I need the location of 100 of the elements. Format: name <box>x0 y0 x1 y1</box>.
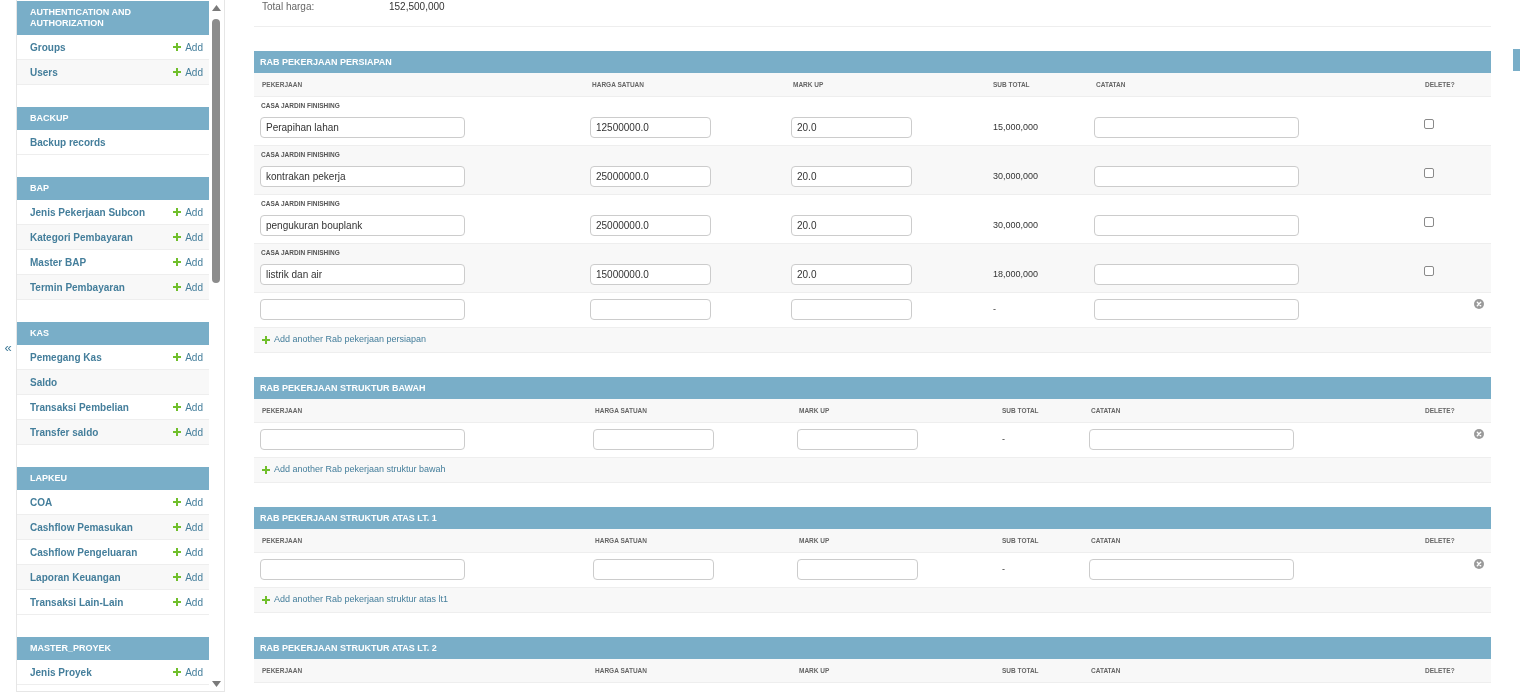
plus-icon <box>173 523 182 531</box>
model-link[interactable]: Cashflow Pengeluaran <box>30 544 138 560</box>
text-field[interactable] <box>797 559 918 580</box>
model-link[interactable]: Transfer saldo <box>30 424 99 440</box>
delete-checkbox[interactable] <box>1424 119 1434 129</box>
model-link[interactable]: Backup records <box>30 134 106 150</box>
remove-icon[interactable] <box>1474 429 1484 439</box>
add-link[interactable]: Add <box>173 39 203 55</box>
add-row-link[interactable]: Add another Rab pekerjaan struktur bawah <box>262 463 446 477</box>
text-field[interactable] <box>260 429 465 450</box>
delete-checkbox[interactable] <box>1424 168 1434 178</box>
text-field[interactable]: 12500000.0 <box>590 117 711 138</box>
add-link[interactable]: Add <box>173 64 203 80</box>
module-caption: BAP <box>17 177 209 200</box>
subtotal-value: 18,000,000 <box>993 268 1039 281</box>
remove-icon[interactable] <box>1474 559 1484 569</box>
add-link[interactable]: Add <box>173 569 203 585</box>
text-field[interactable]: 25000000.0 <box>590 166 711 187</box>
text-field[interactable] <box>1094 166 1299 187</box>
subtotal-value: - <box>993 303 996 316</box>
add-link[interactable]: Add <box>173 229 203 245</box>
model-link[interactable]: Transaksi Pembelian <box>30 399 129 415</box>
delete-checkbox[interactable] <box>1424 217 1434 227</box>
text-field[interactable]: pengukuran bouplank <box>260 215 465 236</box>
module-caption: MASTER_PROYEK <box>17 637 209 660</box>
add-link[interactable]: Add <box>173 664 203 680</box>
model-link[interactable]: Transaksi Lain-Lain <box>30 594 124 610</box>
model-link[interactable]: Termin Pembayaran <box>30 279 125 295</box>
plus-icon <box>173 208 182 216</box>
plus-icon <box>173 283 182 291</box>
text-field[interactable] <box>1089 429 1294 450</box>
text-field[interactable]: kontrakan pekerja <box>260 166 465 187</box>
plus-icon <box>262 336 270 344</box>
text-field[interactable]: listrik dan air <box>260 264 465 285</box>
header-bar <box>1513 49 1520 71</box>
add-link[interactable]: Add <box>173 594 203 610</box>
subtotal-value: - <box>1002 433 1005 446</box>
text-field[interactable] <box>1094 264 1299 285</box>
text-field[interactable] <box>260 299 465 320</box>
add-link[interactable]: Add <box>173 254 203 270</box>
model-link[interactable]: Kategori Pembayaran <box>30 229 133 245</box>
add-row-link[interactable]: Add another Rab pekerjaan persiapan <box>262 333 427 347</box>
text-field[interactable]: 20.0 <box>791 215 912 236</box>
add-link[interactable]: Add <box>173 399 203 415</box>
text-field[interactable] <box>1089 559 1294 580</box>
add-link[interactable]: Add <box>173 349 203 365</box>
caret-down-icon[interactable] <box>211 681 221 687</box>
plus-icon <box>173 43 182 51</box>
add-row-link[interactable]: Add another Rab pekerjaan struktur atas lt1 <box>262 593 449 607</box>
plus-icon <box>173 353 182 361</box>
add-link[interactable]: Add <box>173 494 203 510</box>
text-field[interactable]: 20.0 <box>791 166 912 187</box>
remove-icon[interactable] <box>1474 299 1484 309</box>
text-field[interactable] <box>593 429 714 450</box>
plus-icon <box>173 233 182 241</box>
model-link[interactable]: Saldo <box>30 374 58 390</box>
model-link[interactable]: Groups <box>30 39 66 55</box>
model-link[interactable]: Cashflow Pemasukan <box>30 519 133 535</box>
add-link[interactable]: Add <box>173 519 203 535</box>
add-link[interactable]: Add <box>173 279 203 295</box>
model-link[interactable]: Pemegang Kas <box>30 349 102 365</box>
model-link[interactable]: Laporan Keuangan <box>30 569 121 585</box>
text-field[interactable] <box>797 429 918 450</box>
text-field[interactable] <box>791 299 912 320</box>
module-caption: AUTHENTICATION AND AUTHORIZATION <box>17 1 209 35</box>
model-link[interactable]: Users <box>30 64 58 80</box>
delete-checkbox[interactable] <box>1424 266 1434 276</box>
inline-caption: RAB PEKERJAAN STRUKTUR ATAS LT. 1 <box>254 507 1491 529</box>
text-field[interactable] <box>593 559 714 580</box>
module-caption: BACKUP <box>17 107 209 130</box>
add-link[interactable]: Add <box>173 424 203 440</box>
add-link[interactable]: Add <box>173 544 203 560</box>
text-field[interactable]: 15000000.0 <box>590 264 711 285</box>
text-field[interactable]: 20.0 <box>791 264 912 285</box>
inline-caption: RAB PEKERJAAN STRUKTUR BAWAH <box>254 377 1491 399</box>
plus-icon <box>173 258 182 266</box>
model-link[interactable]: Master BAP <box>30 254 87 270</box>
plus-icon <box>173 498 182 506</box>
model-link[interactable]: Jenis Proyek <box>30 664 92 680</box>
inline-caption: RAB PEKERJAAN PERSIAPAN <box>254 51 1491 73</box>
plus-icon <box>173 428 182 436</box>
text-field[interactable]: 25000000.0 <box>590 215 711 236</box>
model-link[interactable]: Jenis Pekerjaan Subcon <box>30 204 146 220</box>
caret-up-icon[interactable] <box>211 5 221 11</box>
text-field[interactable]: 20.0 <box>791 117 912 138</box>
plus-icon <box>173 598 182 606</box>
sidebar-toggle[interactable]: « <box>4 340 12 354</box>
scrollbar-thumb[interactable] <box>212 19 220 283</box>
text-field[interactable] <box>1094 117 1299 138</box>
text-field[interactable] <box>1094 299 1299 320</box>
text-field[interactable] <box>590 299 711 320</box>
text-field[interactable]: Perapihan lahan <box>260 117 465 138</box>
module-caption: LAPKEU <box>17 467 209 490</box>
text-field[interactable] <box>260 559 465 580</box>
model-link[interactable]: COA <box>30 494 53 510</box>
summary-label: Total harga: <box>262 0 315 14</box>
subtotal-value: 30,000,000 <box>993 219 1039 232</box>
text-field[interactable] <box>1094 215 1299 236</box>
add-link[interactable]: Add <box>173 204 203 220</box>
plus-icon <box>262 466 270 474</box>
